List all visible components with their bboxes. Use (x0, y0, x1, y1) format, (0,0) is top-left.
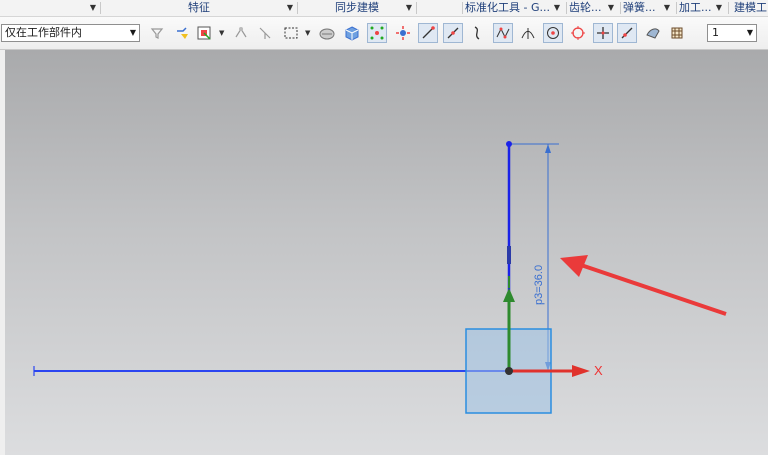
feature-filter-icon[interactable] (172, 23, 192, 43)
divider (676, 2, 677, 14)
quadrant-icon[interactable] (568, 23, 588, 43)
chevron-down-icon[interactable]: ▼ (716, 0, 722, 15)
selection-toolbar: 仅在工作部件内 ▼ ▼ ▼ 1 ▼ (0, 17, 768, 50)
solid-cube-icon[interactable] (342, 23, 362, 43)
on-curve-point-icon[interactable] (617, 23, 637, 43)
chevron-down-icon[interactable]: ▼ (90, 0, 96, 15)
group-unnamed[interactable]: ▼ (0, 0, 100, 16)
annotation-arrow-shaft (577, 262, 727, 316)
selection-scope-dropdown[interactable]: 仅在工作部件内 ▼ (1, 24, 140, 42)
surface-point-icon[interactable] (643, 23, 663, 43)
divider (728, 2, 729, 14)
snap-count-dropdown[interactable]: 1 ▼ (707, 24, 757, 42)
rect-select-icon[interactable] (281, 23, 301, 43)
group-label: 加工... (679, 1, 712, 14)
chevron-down-icon[interactable]: ▼ (305, 29, 310, 37)
chevron-down-icon[interactable]: ▼ (219, 29, 224, 37)
select-region-icon[interactable] (194, 23, 214, 43)
y-axis-arrow (503, 288, 515, 302)
group-label: 标准化工具 - G... (465, 1, 550, 14)
group-label: 弹簧... (623, 1, 656, 14)
divider (462, 2, 463, 14)
group-gear[interactable]: 齿轮... ▼ (569, 0, 618, 16)
arc-center-icon[interactable] (543, 23, 563, 43)
grid-icon[interactable] (667, 23, 687, 43)
shaded-body-icon[interactable] (317, 23, 337, 43)
divider (566, 2, 567, 14)
chevron-down-icon[interactable]: ▼ (287, 0, 293, 15)
intersection-icon[interactable] (518, 23, 538, 43)
chevron-down-icon[interactable]: ▼ (747, 25, 753, 41)
group-label: 同步建模 (335, 1, 379, 14)
selection-scope-value: 仅在工作部件内 (5, 26, 82, 39)
group-sync-modeling[interactable]: 同步建模 ▼ (298, 0, 416, 16)
dimension-arrow (545, 144, 551, 153)
ribbon-group-strip: ▼ 特征 ▼ 同步建模 ▼ 标准化工具 - G... ▼ 齿轮... ▼ 弹簧.… (0, 0, 768, 17)
group-standard-tools[interactable]: 标准化工具 - G... ▼ (465, 0, 564, 16)
point-construct-icon[interactable] (255, 23, 275, 43)
group-label: 建模工 (734, 1, 767, 14)
line-endpoint[interactable] (506, 141, 512, 147)
group-modeling-tools[interactable]: 建模工 (734, 0, 768, 16)
divider (620, 2, 621, 14)
chevron-down-icon[interactable]: ▼ (608, 0, 614, 15)
group-unnamed-2[interactable] (417, 0, 462, 16)
point-snap-icon[interactable] (231, 23, 251, 43)
chevron-down-icon[interactable]: ▼ (130, 25, 136, 41)
filter-icon[interactable] (147, 23, 167, 43)
x-axis-label: X (594, 363, 603, 378)
sketch-canvas (33, 141, 727, 414)
chevron-down-icon[interactable]: ▼ (406, 0, 412, 15)
x-axis-arrow (572, 365, 590, 377)
dimension-label[interactable]: p3=36.0 (533, 265, 545, 305)
group-label: 特征 (188, 1, 210, 14)
group-spring[interactable]: 弹簧... ▼ (623, 0, 674, 16)
end-point-icon[interactable] (418, 23, 438, 43)
csys-origin[interactable] (505, 367, 513, 375)
rotate-component-icon[interactable] (393, 23, 413, 43)
group-machining[interactable]: 加工... ▼ (679, 0, 726, 16)
exist-point-icon[interactable] (593, 23, 613, 43)
group-feature[interactable]: 特征 ▼ (101, 0, 297, 16)
chevron-down-icon[interactable]: ▼ (664, 0, 670, 15)
selection-priority-icon[interactable] (367, 23, 387, 43)
snap-count-value: 1 (712, 26, 719, 39)
curve-point-icon[interactable] (468, 23, 488, 43)
control-point-icon[interactable] (493, 23, 513, 43)
graphics-viewport[interactable]: p3=36.0 X (0, 50, 768, 455)
group-label: 齿轮... (569, 1, 602, 14)
mid-point-icon[interactable] (443, 23, 463, 43)
chevron-down-icon[interactable]: ▼ (554, 0, 560, 15)
